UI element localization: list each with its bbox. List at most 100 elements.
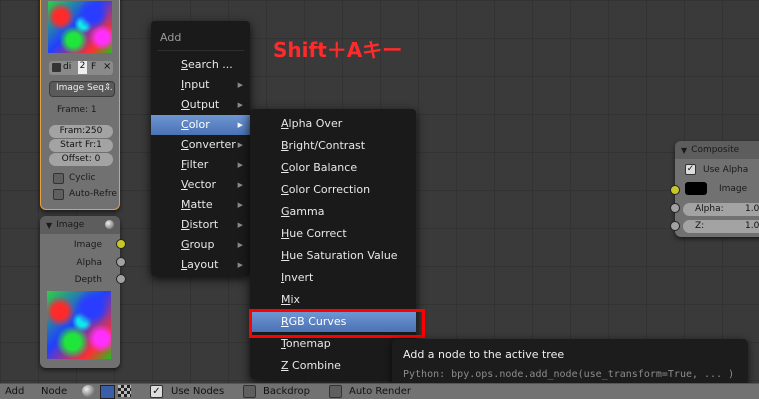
composite-node-header[interactable]: ▼ Composite: [675, 141, 759, 159]
texture-tree-icon[interactable]: [118, 385, 131, 397]
auto-render-checkbox[interactable]: [329, 385, 342, 398]
add-menu-item[interactable]: Matte ▶: [151, 195, 250, 215]
cyclic-label: Cyclic: [69, 173, 96, 183]
add-menu-item[interactable]: Filter ▶: [151, 155, 250, 175]
fake-user-button[interactable]: F: [91, 62, 96, 72]
submenu-arrow-icon: ▶: [237, 181, 243, 189]
composite-node-title: Composite: [691, 145, 740, 155]
collapse-triangle-icon[interactable]: ▼: [46, 221, 52, 230]
add-menu-item-label: Input: [181, 78, 210, 91]
color-submenu-item[interactable]: Hue Correct: [250, 224, 416, 244]
use-nodes-checkbox[interactable]: ✓: [150, 385, 163, 398]
submenu-arrow-icon: ▶: [237, 201, 243, 209]
auto-refresh-label: Auto-Refre: [69, 189, 117, 199]
add-menu-title: Add: [160, 31, 182, 44]
add-menu-item[interactable]: Distort ▶: [151, 215, 250, 235]
image-node-header[interactable]: ▼ Image: [40, 216, 120, 234]
add-menu-item[interactable]: Converter ▶: [151, 135, 250, 155]
backdrop-checkbox[interactable]: [243, 385, 256, 398]
color-submenu-item-label: Alpha Over: [281, 117, 343, 130]
color-submenu-item[interactable]: Hue Saturation Value: [250, 246, 416, 266]
input-z-socket[interactable]: [670, 221, 680, 231]
tooltip-python: Python: bpy.ops.node.add_node(use_transf…: [403, 369, 735, 380]
submenu-arrow-icon: ▶: [237, 241, 243, 249]
add-menu-item[interactable]: Output ▶: [151, 95, 250, 115]
rgb-curves-highlight-box: [249, 309, 425, 338]
submenu-arrow-icon: ▶: [237, 261, 243, 269]
node-editor-header: Add Node ✓ Use Nodes Backdrop Auto Rende…: [0, 383, 759, 399]
start-frame-field[interactable]: Start Fr:1: [49, 139, 113, 152]
select-arrows-icon: ⇕: [104, 82, 111, 91]
submenu-arrow-icon: ▶: [237, 221, 243, 229]
shortcut-annotation: Shift＋Aキー: [273, 38, 403, 62]
use-alpha-label: Use Alpha: [703, 165, 749, 175]
color-submenu-item-label: Gamma: [281, 205, 325, 218]
backdrop-label: Backdrop: [263, 386, 310, 397]
submenu-arrow-icon: ▶: [237, 161, 243, 169]
input-alpha-socket[interactable]: [670, 203, 680, 213]
output-image-socket[interactable]: [116, 239, 126, 249]
image-color-swatch[interactable]: [685, 182, 707, 195]
auto-refresh-checkbox[interactable]: [53, 189, 64, 200]
z-field[interactable]: Z: 1.00: [683, 220, 759, 233]
color-submenu-item-label: Hue Saturation Value: [281, 249, 398, 262]
add-menu-item-label: Matte: [181, 198, 213, 211]
frames-field[interactable]: Fram:250: [49, 125, 113, 138]
output-alpha-label: Alpha: [76, 258, 102, 268]
add-menu-item[interactable]: Vector ▶: [151, 175, 250, 195]
close-icon[interactable]: ×: [103, 61, 111, 72]
color-submenu: Alpha Over Bright/Contrast Color Balance Co…: [250, 109, 416, 379]
image-name-button[interactable]: di: [63, 62, 71, 72]
color-submenu-item[interactable]: Color Correction: [250, 180, 416, 200]
color-submenu-item[interactable]: Invert: [250, 268, 416, 288]
tooltip-title: Add a node to the active tree: [403, 348, 565, 361]
add-menu-item-label: Search ...: [181, 58, 233, 71]
output-alpha-socket[interactable]: [116, 257, 126, 267]
color-submenu-item-label: Invert: [281, 271, 314, 284]
offset-field[interactable]: Offset: 0: [49, 153, 113, 166]
users-count[interactable]: 2: [78, 61, 87, 74]
color-submenu-item-label: Bright/Contrast: [281, 139, 366, 152]
cyclic-checkbox[interactable]: [53, 173, 64, 184]
submenu-arrow-icon: ▶: [237, 121, 243, 129]
alpha-field[interactable]: Alpha: 1.00: [683, 203, 759, 216]
color-submenu-item[interactable]: Gamma: [250, 202, 416, 222]
color-submenu-item[interactable]: Alpha Over: [250, 114, 416, 134]
add-menu-item[interactable]: Search ...: [151, 55, 250, 75]
add-menu-item-label: Output: [181, 98, 220, 111]
color-submenu-item[interactable]: Color Balance: [250, 158, 416, 178]
color-submenu-item-label: Color Balance: [281, 161, 358, 174]
preview-sphere-icon[interactable]: [105, 220, 114, 229]
image-node[interactable]: ▼ Image Image Alpha Depth: [40, 216, 120, 368]
submenu-arrow-icon: ▶: [237, 101, 243, 109]
use-alpha-checkbox[interactable]: ✓: [685, 164, 696, 175]
add-menu-item-label: Distort: [181, 218, 219, 231]
add-menu-item[interactable]: Group ▶: [151, 235, 250, 255]
input-image-socket[interactable]: [670, 185, 680, 195]
add-menu-item[interactable]: Color ▶: [151, 115, 250, 135]
compositing-tree-icon[interactable]: [100, 385, 115, 399]
color-submenu-item[interactable]: Bright/Contrast: [250, 136, 416, 156]
source-select[interactable]: Image Seq... ⇕: [49, 81, 115, 97]
shader-tree-icon[interactable]: [82, 385, 95, 397]
texture-node[interactable]: di 2 F × Image Seq... ⇕ Frame: 1 Fram:25…: [40, 0, 120, 210]
composite-node[interactable]: ▼ Composite ✓ Use Alpha Image Alpha: 1.0…: [675, 141, 759, 237]
texture-preview: [48, 1, 112, 53]
image-icon[interactable]: [52, 63, 61, 72]
image-node-title: Image: [56, 220, 85, 230]
output-depth-socket[interactable]: [116, 274, 126, 284]
image-buttons-row: di 2 F ×: [49, 61, 113, 75]
add-menu-item[interactable]: Input ▶: [151, 75, 250, 95]
submenu-arrow-icon: ▶: [237, 141, 243, 149]
image-preview: [47, 291, 111, 359]
frame-label: Frame: 1: [57, 105, 97, 115]
add-menu-item-label: Converter: [181, 138, 236, 151]
add-menu-item[interactable]: Layout ▶: [151, 255, 250, 275]
color-submenu-item[interactable]: Mix: [250, 290, 416, 310]
color-submenu-item-label: Color Correction: [281, 183, 371, 196]
node-menu-button[interactable]: Node: [41, 386, 67, 397]
add-menu-item-label: Filter: [181, 158, 209, 171]
collapse-triangle-icon[interactable]: ▼: [681, 146, 687, 155]
add-menu-button[interactable]: Add: [5, 386, 24, 397]
add-menu-item-label: Vector: [181, 178, 217, 191]
